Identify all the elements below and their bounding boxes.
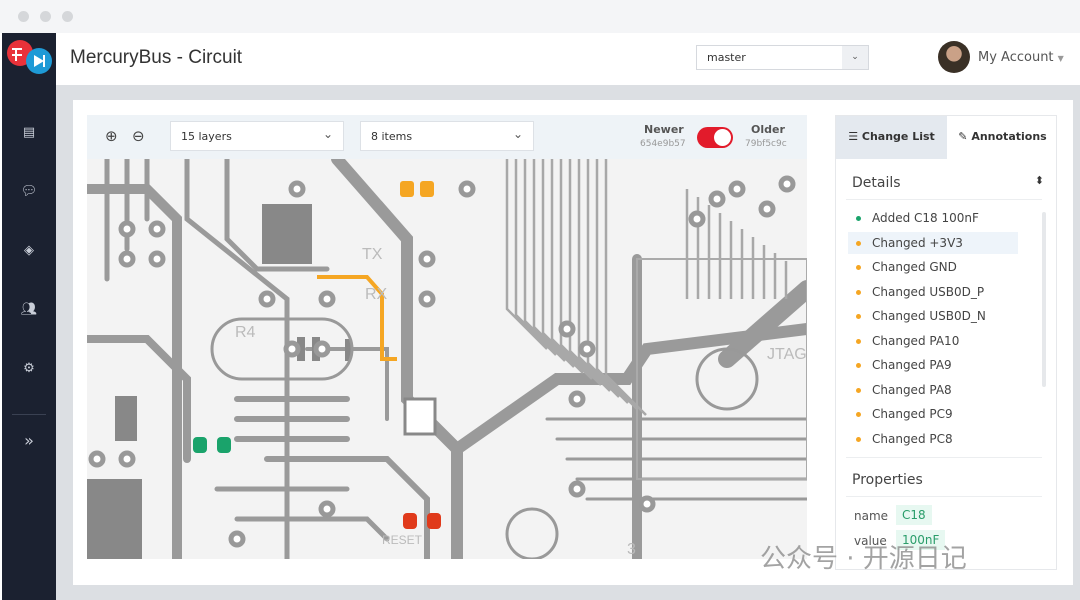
property-value: C18 [896,505,932,525]
pcb-label: 3 [627,541,636,558]
viewer-toolbar: ⊕ ⊖ 15 layers ⌄ 8 items ⌄ Newer 654e9b57 O… [87,115,807,159]
chevron-down-icon: ⌄ [842,46,868,69]
status-dot [856,289,861,295]
pcb-label: RESET [382,533,423,547]
items-value: 8 items [371,130,413,143]
properties-heading: Properties [852,472,923,488]
change-label: Changed PA8 [872,382,952,397]
change-label: Changed PC9 [872,407,953,421]
pcb-canvas[interactable]: TX RX R4 RESET JTAG 3 [87,159,807,559]
chevron-down-icon: ⌄ [322,127,333,141]
branch-value: master [707,51,746,64]
tab-change-list[interactable]: ☰ Change List [836,116,947,159]
status-dot [856,387,861,393]
logo [7,40,52,74]
change-list-item[interactable]: Changed PA10 [848,330,1018,352]
change-list-item[interactable]: Changed USB0D_P [848,281,1018,303]
change-list-item[interactable]: Changed +3V3 [848,231,1018,254]
items-select[interactable]: 8 items ⌄ [360,121,534,151]
version-toggle[interactable] [697,127,733,148]
divider [846,457,1042,458]
scrollbar[interactable] [1042,212,1046,387]
sidebar: ▤ 💬︎ ◈ 👥︎ ⚙ » [2,33,56,600]
divider [846,199,1042,200]
status-dot [856,265,861,270]
status-dot [856,314,861,319]
window-minimize-button[interactable] [40,11,51,22]
window-close-button[interactable] [18,11,29,22]
change-label: Changed PA9 [872,358,952,372]
layers-value: 15 layers [181,130,232,143]
change-label: Changed +3V3 [872,235,963,250]
main-content: ⊕ ⊖ 15 layers ⌄ 8 items ⌄ Newer 654e9b57 O… [56,85,1080,600]
header: MercuryBus - Circuit master ⌄ My Account … [56,33,1080,85]
users-icon[interactable]: 👥︎ [2,302,56,317]
list-icon: ☰ [848,130,862,143]
status-dot [856,436,861,442]
zoom-out-icon[interactable]: ⊖ [132,127,145,145]
gear-icon[interactable]: ⚙ [2,361,56,376]
pcb-label: RX [365,286,388,303]
account-menu[interactable]: My Account ▼ [978,50,1064,65]
tab-label: Annotations [971,130,1047,143]
circuit-card: ⊕ ⊖ 15 layers ⌄ 8 items ⌄ Newer 654e9b57 O… [73,100,1073,585]
change-list-item[interactable]: Changed PA8 [848,379,1018,401]
change-list-item[interactable]: Changed PC8 [848,428,1018,450]
pcb-label: R4 [235,324,256,341]
account-label: My Account [978,50,1054,65]
change-list-item[interactable]: Changed PA9 [848,354,1018,376]
change-label: Added C18 100nF [872,211,979,225]
expand-icon[interactable]: » [2,431,56,450]
change-label: Changed USB0D_P [872,284,985,299]
window-maximize-button[interactable] [62,11,73,22]
change-list-item[interactable]: Changed PC9 [848,403,1018,425]
divider [846,496,1042,497]
change-label: Changed GND [872,260,957,274]
newer-label: Newer [644,123,684,136]
sort-icon[interactable]: ⬍ [1035,174,1044,187]
pcb-drawing: TX RX R4 RESET JTAG 3 [87,159,807,559]
change-label: Changed PC8 [872,431,953,446]
caret-down-icon: ▼ [1057,54,1064,63]
page-title: MercuryBus - Circuit [70,47,243,68]
change-list-item[interactable]: Changed GND [848,256,1018,278]
change-list-item[interactable]: Added C18 100nF [848,207,1018,229]
layers-select[interactable]: 15 layers ⌄ [170,121,344,151]
details-heading: Details [852,175,901,191]
document-icon[interactable]: ▤ [2,125,56,140]
status-dot [856,338,861,344]
change-list-item[interactable]: Changed USB0D_N [848,305,1018,327]
property-key: name [854,509,889,523]
tab-annotations[interactable]: ✎ Annotations [947,116,1056,159]
status-dot [856,216,861,221]
change-label: Changed USB0D_N [872,309,986,323]
pen-icon: ✎ [958,130,972,143]
change-label: Changed PA10 [872,333,960,348]
pcb-label: TX [362,246,383,263]
sidebar-divider [12,414,46,415]
older-label: Older [751,123,785,136]
branch-select[interactable]: master ⌄ [696,45,869,70]
window-titlebar [0,0,1080,33]
status-dot [856,363,861,368]
avatar[interactable] [938,41,970,73]
zoom-in-icon[interactable]: ⊕ [105,127,118,145]
pcb-label: JTAG [767,346,807,363]
tab-label: Change List [861,130,935,143]
status-dot [856,412,861,417]
chat-icon[interactable]: 💬︎ [2,184,56,199]
newer-hash: 654e9b57 [640,139,686,149]
watermark: 公众号 · 开源日记 [760,544,967,574]
layers-icon[interactable]: ◈ [2,243,56,258]
older-hash: 79bf5c9c [745,139,787,149]
status-dot [856,240,861,246]
side-panel: ☰ Change List ✎ Annotations Details ⬍ Ad… [835,115,1057,570]
chevron-down-icon: ⌄ [512,127,523,141]
